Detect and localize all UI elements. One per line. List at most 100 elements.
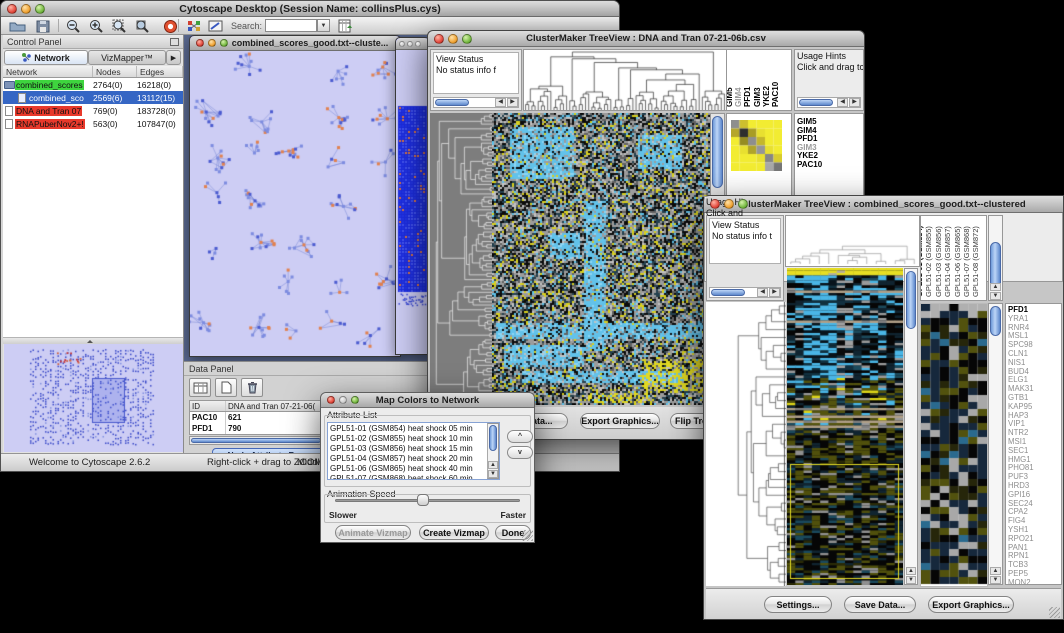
attribute-list-item[interactable]: GPL51-06 (GSM865) heat shock 40 min [330,464,497,474]
annotation-icon[interactable] [205,18,227,34]
grid-network-canvas[interactable] [396,50,429,354]
dialog-titlebar[interactable]: Map Colors to Network [321,393,534,408]
column-label[interactable]: GPL51-04 (GSM857) [943,226,952,297]
network-table-row[interactable]: DNA and Tran 07 769(0) 183728(0) [3,104,183,117]
col-header-network[interactable]: Network [3,66,93,77]
row-dendrogram[interactable] [706,302,786,586]
scroll-down-icon[interactable]: ▼ [488,470,498,478]
minimize-button[interactable] [208,39,216,47]
export-graphics-button[interactable]: Export Graphics... [928,596,1014,613]
minimize-button[interactable] [21,4,31,14]
zoom-selected-icon[interactable] [131,18,153,34]
open-file-icon[interactable] [7,18,29,34]
column-dendrogram[interactable] [786,216,919,266]
attribute-list-item[interactable]: GPL51-02 (GSM855) heat shock 10 min [330,434,497,444]
resize-grip[interactable] [522,530,533,541]
network-overview-thumbnail[interactable] [4,344,183,452]
tab-overflow-arrow[interactable]: ▶ [166,50,181,65]
move-down-button[interactable]: v [507,446,533,459]
move-up-button[interactable]: ^ [507,430,533,443]
column-label[interactable]: GPL51-08 (GSM872) [971,226,980,297]
minimize-button[interactable] [448,34,458,44]
zoom-button[interactable] [415,41,421,47]
minimize-button[interactable] [724,199,734,209]
network-table-row[interactable]: RNAPuberNov2+! 563(0) 107847(0) [3,117,183,130]
minimize-button[interactable] [339,396,347,404]
scroll-right-icon[interactable]: ▶ [769,288,780,297]
scroll-down-icon[interactable]: ▼ [990,292,1001,300]
minimize-button[interactable] [407,41,413,47]
attribute-table-icon[interactable] [189,378,211,397]
save-data-button[interactable]: Save Data... [844,596,916,613]
column-label[interactable]: GPL51-07 (GSM868) [962,226,971,297]
network-graph-canvas[interactable] [190,51,400,356]
data-panel-scrollbar[interactable] [189,436,323,445]
treeview2-titlebar[interactable]: ClusterMaker TreeView : combined_scores_… [704,196,1063,213]
attribute-row[interactable]: PFD1 790 [190,423,322,434]
column-label[interactable]: GIM4 [734,87,743,107]
row-dendrogram[interactable] [430,113,492,405]
col-header-attribute[interactable]: DNA and Tran 07-21-06( [226,401,322,411]
speed-slider-knob[interactable] [417,494,429,506]
network-view-titlebar[interactable]: combined_scores_good.txt--cluste... [190,36,400,51]
close-button[interactable] [399,41,405,47]
settings-button[interactable]: Settings... [764,596,832,613]
new-attribute-icon[interactable] [215,378,237,397]
vertical-scrollbar[interactable]: ▲ ▼ [988,215,1003,301]
zoom-heatmap[interactable] [920,303,988,587]
close-button[interactable] [7,4,17,14]
delete-trash-icon[interactable] [241,378,263,397]
col-header-id[interactable]: ID [190,401,226,411]
main-titlebar[interactable]: Cytoscape Desktop (Session Name: collins… [1,1,619,17]
network-nodes-icon[interactable] [183,18,205,34]
column-label[interactable]: GPL51-02 (GSM855) [924,226,933,297]
close-button[interactable] [710,199,720,209]
col-header-nodes[interactable]: Nodes [93,66,137,77]
global-heatmap[interactable] [492,113,710,405]
gene-label[interactable]: PAC10 [797,161,861,170]
attribute-list-item[interactable]: GPL51-07 (GSM868) heat shock 60 min [330,474,497,480]
background-window-titlebar[interactable] [396,38,429,50]
global-heatmap[interactable] [787,268,903,585]
column-dendrogram-panel[interactable] [785,215,920,267]
column-label[interactable]: GPL51-06 (GSM865) [953,226,962,297]
scroll-left-icon[interactable]: ◀ [495,98,506,107]
search-dropdown-arrow[interactable]: ▼ [317,19,330,32]
attribute-list-item[interactable]: GPL51-03 (GSM856) heat shock 15 min [330,444,497,454]
zoom-button[interactable] [462,34,472,44]
resize-grip[interactable] [1049,607,1060,618]
close-button[interactable] [196,39,204,47]
tab-network[interactable]: Network [4,50,88,65]
create-vizmap-button[interactable]: Create Vizmap [419,525,489,540]
close-button[interactable] [434,34,444,44]
vertical-scrollbar[interactable]: ▲ ▼ [904,268,918,585]
gene-label[interactable]: MON2 [1008,579,1059,585]
column-label[interactable]: GIM3 [753,87,762,107]
background-network-window[interactable] [395,37,430,355]
column-dendrogram[interactable] [523,49,727,111]
save-icon[interactable] [32,18,54,34]
scroll-up-icon[interactable]: ▲ [990,567,1001,575]
attribute-row[interactable]: PAC10 621 [190,412,322,423]
zoom-button[interactable] [35,4,45,14]
horizontal-scrollbar[interactable]: ◀ ▶ [797,97,861,108]
scroll-left-icon[interactable]: ◀ [837,98,848,107]
scroll-right-icon[interactable]: ▶ [507,98,518,107]
table-import-icon[interactable] [334,18,356,34]
zoom-button[interactable] [738,199,748,209]
horizontal-scrollbar[interactable]: ◀ ▶ [709,287,781,298]
horizontal-scrollbar[interactable]: ◀ ▶ [433,97,519,108]
search-input[interactable] [265,19,317,32]
zoom-in-icon[interactable] [85,18,107,34]
network-table-row[interactable]: combined_scores 2764(0) 16218(0) [3,78,183,91]
column-label[interactable]: PFD1 [743,87,752,107]
scroll-up-icon[interactable]: ▲ [488,461,498,469]
scroll-up-icon[interactable]: ▲ [906,567,916,575]
column-label[interactable]: GIM5 [726,87,734,107]
close-button[interactable] [327,396,335,404]
scroll-down-icon[interactable]: ▼ [906,576,916,584]
vertical-scrollbar[interactable]: ▲ ▼ [988,303,1003,585]
network-table-row[interactable]: combined_sco 2569(6) 13112(15) [3,91,183,104]
scroll-up-icon[interactable]: ▲ [990,283,1001,291]
column-label[interactable]: YKE2 [762,86,771,107]
